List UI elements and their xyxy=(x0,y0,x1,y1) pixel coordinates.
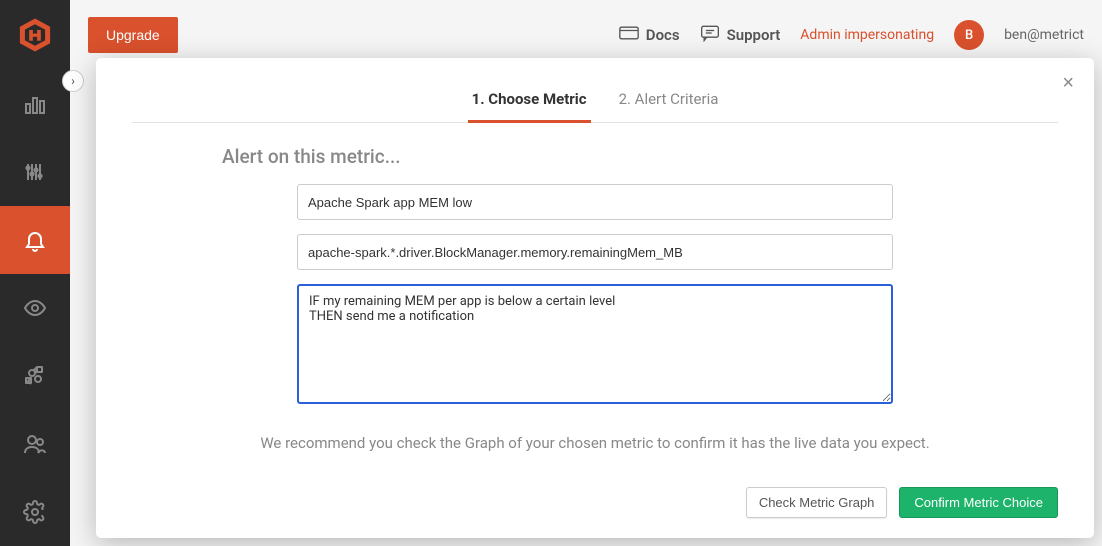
tab-choose-metric[interactable]: 1. Choose Metric xyxy=(468,80,591,123)
create-alert-modal: × 1. Choose Metric 2. Alert Criteria Ale… xyxy=(96,58,1094,538)
chevron-right-icon: › xyxy=(71,74,75,88)
modal-actions: Check Metric Graph Confirm Metric Choice xyxy=(746,487,1058,518)
avatar[interactable]: B xyxy=(954,20,984,50)
sidebar-item-settings[interactable] xyxy=(0,478,70,546)
sidebar xyxy=(0,0,70,546)
support-link[interactable]: Support xyxy=(700,24,781,46)
sidebar-item-watchers[interactable] xyxy=(0,274,70,342)
close-button[interactable]: × xyxy=(1062,72,1074,95)
sidebar-item-integrations[interactable] xyxy=(0,342,70,410)
sidebar-item-dashboards[interactable] xyxy=(0,70,70,138)
logo xyxy=(0,0,70,70)
docs-link[interactable]: Docs xyxy=(619,24,680,46)
close-icon: × xyxy=(1062,72,1074,94)
metric-path-input[interactable] xyxy=(297,234,893,270)
docs-icon xyxy=(619,24,639,46)
alert-name-input[interactable] xyxy=(297,184,893,220)
recommend-text: We recommend you check the Graph of your… xyxy=(132,434,1058,452)
sidebar-item-metrics[interactable] xyxy=(0,138,70,206)
sidebar-expand-toggle[interactable]: › xyxy=(62,70,84,92)
sidebar-item-alerts[interactable] xyxy=(0,206,70,274)
chat-icon xyxy=(700,24,720,46)
sidebar-item-team[interactable] xyxy=(0,410,70,478)
user-email: ben@metrict xyxy=(1004,27,1084,43)
upgrade-button[interactable]: Upgrade xyxy=(88,17,178,53)
modal-tabs: 1. Choose Metric 2. Alert Criteria xyxy=(132,80,1058,123)
section-title: Alert on this metric... xyxy=(222,145,1058,168)
support-label: Support xyxy=(727,26,781,44)
tab-alert-criteria[interactable]: 2. Alert Criteria xyxy=(615,80,723,123)
admin-impersonating-link[interactable]: Admin impersonating xyxy=(800,27,934,43)
confirm-metric-choice-button[interactable]: Confirm Metric Choice xyxy=(899,487,1058,518)
alert-description-textarea[interactable]: IF my remaining MEM per app is below a c… xyxy=(297,284,893,404)
check-metric-graph-button[interactable]: Check Metric Graph xyxy=(746,487,888,518)
alert-form: IF my remaining MEM per app is below a c… xyxy=(297,184,893,404)
docs-label: Docs xyxy=(646,26,680,44)
